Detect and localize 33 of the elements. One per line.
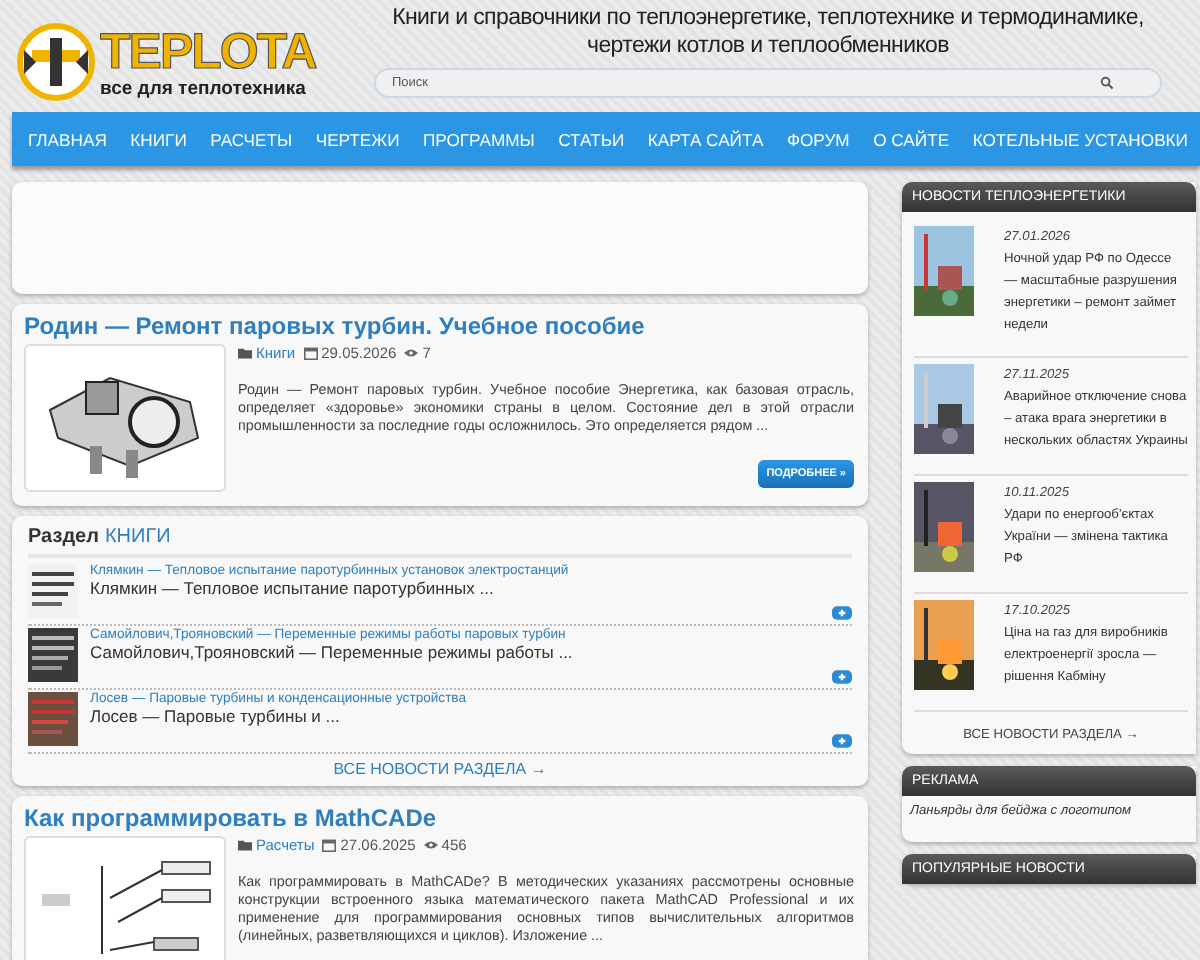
folder-icon bbox=[238, 838, 252, 852]
eye-icon bbox=[404, 346, 419, 360]
logo-icon bbox=[16, 22, 96, 102]
logo-subtitle: все для теплотехника bbox=[100, 77, 308, 99]
calendar-icon bbox=[303, 346, 318, 360]
book-title: Клямкин — Тепловое испытание паротурбинных ... bbox=[90, 578, 496, 598]
menu-item[interactable]: О САЙТЕ bbox=[873, 129, 950, 149]
section-link[interactable]: КНИГИ bbox=[104, 526, 171, 548]
plus-icon[interactable] bbox=[832, 670, 852, 684]
menu-item[interactable]: ФОРУМ bbox=[786, 129, 850, 149]
article-title[interactable]: Родин — Ремонт паровых турбин. Учебное пособие bbox=[24, 312, 854, 340]
menu-item[interactable]: ЧЕРТЕЖИ bbox=[315, 129, 400, 149]
all-news-link[interactable]: ВСЕ НОВОСТИ РАЗДЕЛА → bbox=[333, 760, 547, 778]
section-label: Раздел bbox=[28, 526, 99, 548]
plus-icon[interactable] bbox=[832, 734, 852, 748]
menu-item[interactable]: РАСЧЕТЫ bbox=[210, 129, 293, 149]
menu-item[interactable]: КОТЕЛЬНЫЕ УСТАНОВКИ bbox=[972, 129, 1188, 149]
menu-item[interactable]: КНИГИ bbox=[130, 129, 187, 149]
book-title: Лосев — Паровые турбины и ... bbox=[90, 706, 342, 726]
menu-item[interactable]: СТАТЬИ bbox=[558, 129, 625, 149]
calendar-icon bbox=[322, 838, 337, 852]
logo-title: TEPLOTA bbox=[100, 25, 316, 77]
book-title: Самойлович,Трояновский — Переменные режимы работы ... bbox=[90, 642, 573, 662]
eye-icon bbox=[423, 838, 438, 852]
menu-item[interactable]: ПРОГРАММЫ bbox=[423, 129, 535, 149]
search-icon[interactable] bbox=[1100, 76, 1114, 90]
menu-item[interactable]: КАРТА САЙТА bbox=[647, 129, 764, 149]
article-title[interactable]: Как программировать в MathCADe bbox=[24, 804, 854, 832]
site-logo[interactable]: TEPLOTA все для теплотехника bbox=[0, 0, 344, 112]
menu-item[interactable]: ГЛАВНАЯ bbox=[28, 129, 107, 149]
plus-icon[interactable] bbox=[832, 606, 852, 620]
folder-icon bbox=[238, 346, 252, 360]
site-tagline: Книги и справочники по теплоэнергетике, теплотехнике и термодинамике, чертежи котлов и теплообменников bbox=[390, 4, 1146, 60]
